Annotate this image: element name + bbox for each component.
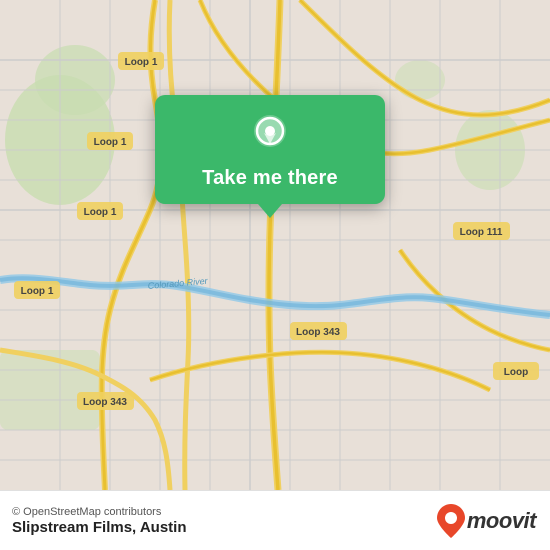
svg-text:Loop: Loop bbox=[504, 367, 528, 378]
map-view: Loop 1 Loop 1 Loop 1 Loop 1 Loop 111 Loo… bbox=[0, 0, 550, 490]
bottom-bar: © OpenStreetMap contributors Slipstream … bbox=[0, 490, 550, 550]
moovit-text: moovit bbox=[467, 508, 536, 534]
take-me-there-popup[interactable]: Take me there bbox=[155, 95, 385, 204]
location-name: Slipstream Films, Austin bbox=[12, 519, 187, 536]
moovit-pin-icon bbox=[437, 504, 465, 538]
svg-text:Loop 343: Loop 343 bbox=[83, 397, 127, 408]
location-pin-icon bbox=[248, 113, 292, 157]
svg-text:Loop 111: Loop 111 bbox=[460, 227, 503, 238]
location-info: © OpenStreetMap contributors Slipstream … bbox=[12, 506, 187, 536]
svg-text:Loop 1: Loop 1 bbox=[21, 286, 54, 297]
osm-attribution: © OpenStreetMap contributors bbox=[12, 506, 187, 518]
map-svg: Loop 1 Loop 1 Loop 1 Loop 1 Loop 111 Loo… bbox=[0, 0, 550, 490]
svg-text:Loop 1: Loop 1 bbox=[94, 137, 127, 148]
svg-text:Loop 1: Loop 1 bbox=[84, 207, 117, 218]
svg-text:Loop 343: Loop 343 bbox=[296, 327, 340, 338]
svg-text:Loop 1: Loop 1 bbox=[125, 57, 158, 68]
take-me-there-label: Take me there bbox=[202, 167, 338, 190]
moovit-logo: moovit bbox=[437, 504, 536, 538]
